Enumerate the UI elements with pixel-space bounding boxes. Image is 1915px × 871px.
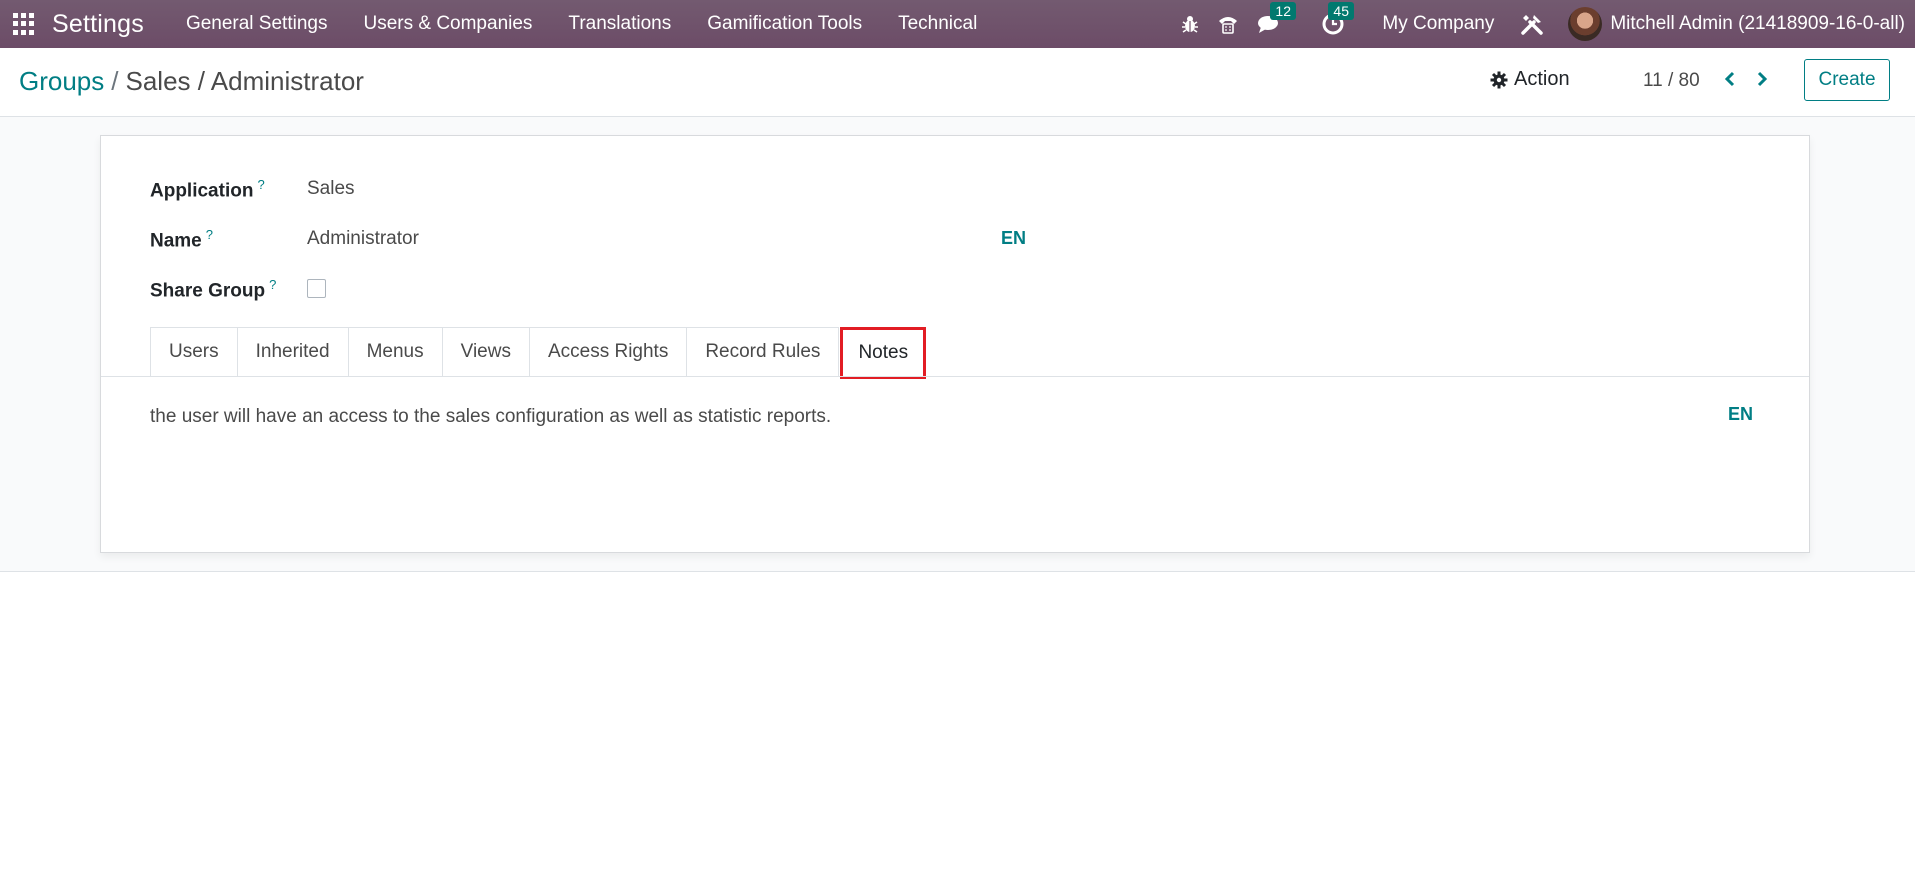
application-help-icon[interactable]: ?: [257, 177, 264, 192]
action-menu-button[interactable]: Action: [1490, 68, 1570, 91]
breadcrumb-separator: /: [111, 66, 119, 96]
menu-technical[interactable]: Technical: [880, 13, 995, 35]
tools-icon[interactable]: [1514, 0, 1550, 48]
notes-field[interactable]: the user will have an access to the sale…: [150, 406, 831, 428]
company-switcher[interactable]: My Company: [1382, 13, 1494, 35]
name-translate-button[interactable]: EN: [1001, 228, 1026, 249]
pager-next-button[interactable]: [1750, 66, 1774, 92]
menu-users-companies[interactable]: Users & Companies: [345, 13, 550, 35]
tab-menus[interactable]: Menus: [347, 327, 443, 376]
chat-count-badge: 12: [1270, 2, 1296, 20]
user-menu[interactable]: Mitchell Admin (21418909-16-0-all): [1610, 13, 1905, 35]
action-label: Action: [1514, 68, 1570, 90]
tab-access-rights[interactable]: Access Rights: [528, 327, 688, 376]
app-title[interactable]: Settings: [52, 10, 144, 39]
control-panel: Groups / Sales / Administrator Action 11 /…: [0, 48, 1915, 117]
chat-icon[interactable]: 12: [1248, 0, 1296, 48]
breadcrumb-current: Sales / Administrator: [125, 66, 364, 96]
share-group-help-icon[interactable]: ?: [269, 277, 276, 292]
name-field[interactable]: Administrator: [307, 228, 419, 250]
notes-translate-button[interactable]: EN: [1728, 404, 1753, 425]
tabs-divider: [101, 376, 1809, 377]
pager-previous-button[interactable]: [1718, 66, 1742, 92]
form-sheet: Application? Sales Name? Administrator E…: [100, 135, 1810, 553]
application-field[interactable]: Sales: [307, 178, 355, 200]
breadcrumb: Groups / Sales / Administrator: [19, 66, 364, 97]
chevron-left-icon: [1724, 71, 1735, 87]
pager-value[interactable]: 11 / 80: [1643, 70, 1700, 92]
top-navbar: Settings General Settings Users & Compan…: [0, 0, 1915, 48]
tab-users[interactable]: Users: [150, 327, 238, 376]
app-menu-icon[interactable]: [13, 13, 35, 35]
name-label: Name?: [150, 227, 213, 252]
name-help-icon[interactable]: ?: [206, 227, 213, 242]
debug-bug-icon[interactable]: [1172, 0, 1208, 48]
menu-general-settings[interactable]: General Settings: [168, 13, 346, 35]
activity-clock-icon[interactable]: 45: [1306, 0, 1360, 48]
navbar-systray: 12 45 My Company Mitchell Admin (2141890…: [1172, 0, 1915, 48]
chevron-right-icon: [1757, 71, 1768, 87]
menu-translations[interactable]: Translations: [550, 13, 689, 35]
tab-inherited[interactable]: Inherited: [236, 327, 349, 376]
activity-count-badge: 45: [1328, 2, 1354, 20]
phone-icon[interactable]: [1210, 0, 1246, 48]
create-button[interactable]: Create: [1804, 59, 1890, 101]
application-label: Application?: [150, 177, 265, 202]
tab-record-rules[interactable]: Record Rules: [686, 327, 840, 376]
notebook-tabs: Users Inherited Menus Views Access Right…: [150, 327, 927, 379]
share-group-label: Share Group?: [150, 277, 277, 302]
tab-views[interactable]: Views: [441, 327, 530, 376]
gear-icon: [1490, 71, 1508, 88]
breadcrumb-groups-link[interactable]: Groups: [19, 66, 104, 96]
user-avatar[interactable]: [1568, 7, 1603, 41]
menu-gamification-tools[interactable]: Gamification Tools: [689, 13, 880, 35]
tab-notes[interactable]: Notes: [840, 327, 927, 379]
share-group-checkbox[interactable]: [307, 279, 326, 298]
